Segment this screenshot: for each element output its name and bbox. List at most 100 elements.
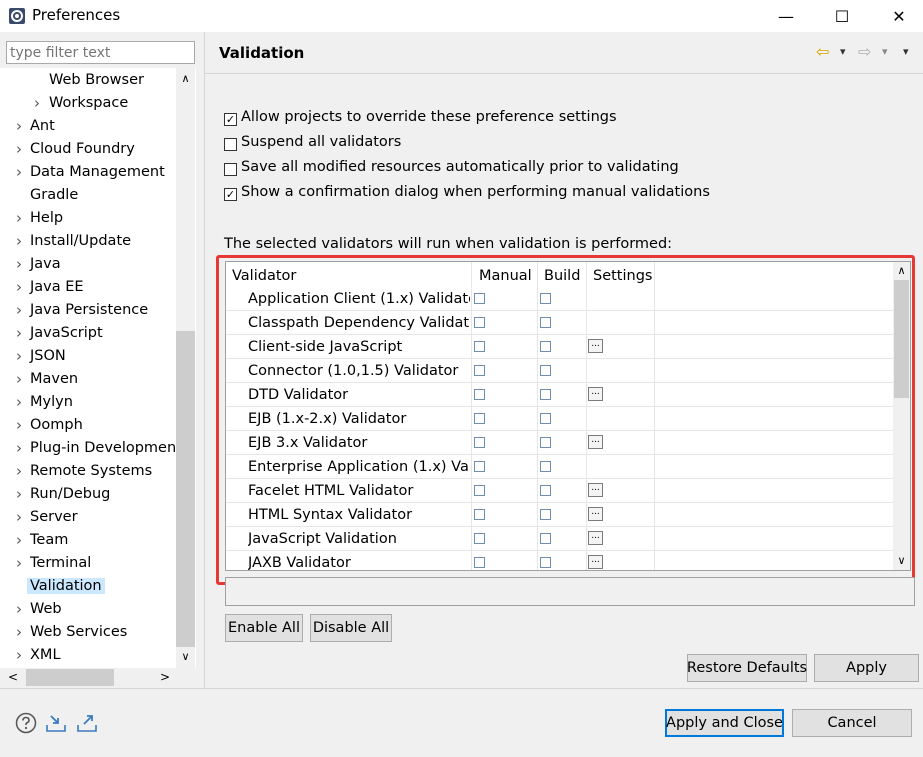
table-row[interactable]: DTD Validator... [226,383,894,407]
forward-arrow-icon[interactable]: ⇨ [858,40,871,62]
tree-horizontal-scrollbar[interactable]: < > [0,668,196,687]
tree-expand-chevron-icon[interactable]: › [12,648,26,663]
tree-item[interactable]: Web Services [30,621,127,643]
build-checkbox[interactable] [540,461,551,472]
tree-item[interactable]: XML [30,644,61,666]
tree-item[interactable]: Help [30,207,63,229]
validator-settings-button[interactable]: ... [588,387,603,401]
tree-item[interactable]: Oomph [30,414,83,436]
tree-expand-chevron-icon[interactable]: › [12,142,26,157]
tree-item[interactable]: Web [30,598,62,620]
option-checkbox[interactable]: ✓ [224,188,237,201]
tree-item[interactable]: Mylyn [30,391,73,413]
tree-item[interactable]: Team [30,529,68,551]
tree-hscroll-thumb[interactable] [26,669,114,686]
tree-scroll-left-button[interactable]: < [4,668,22,687]
build-checkbox[interactable] [540,317,551,328]
tree-item[interactable]: Workspace [49,92,128,114]
tree-item[interactable]: Cloud Foundry [30,138,135,160]
enable-all-button[interactable]: Enable All [225,614,303,642]
tree-expand-chevron-icon[interactable]: › [12,395,26,410]
table-row[interactable]: JAXB Validator... [226,551,894,570]
table-row[interactable]: Facelet HTML Validator... [226,479,894,503]
tree-expand-chevron-icon[interactable]: › [30,96,44,111]
back-history-dropdown-icon[interactable]: ▾ [840,40,846,62]
manual-checkbox[interactable] [474,413,485,424]
option-checkbox[interactable] [224,138,237,151]
table-row[interactable]: Client-side JavaScript... [226,335,894,359]
validator-settings-button[interactable]: ... [588,531,603,545]
preferences-tree[interactable]: Web Browser › Workspace › Ant › Cloud Foundry ›… [0,68,196,668]
build-checkbox[interactable] [540,389,551,400]
tree-item[interactable]: Web Browser [49,69,144,91]
build-checkbox[interactable] [540,485,551,496]
cancel-button[interactable]: Cancel [792,709,912,737]
validator-settings-button[interactable]: ... [588,339,603,353]
option-checkbox[interactable]: ✓ [224,113,237,126]
validator-settings-button[interactable]: ... [588,435,603,449]
column-header-validator[interactable]: Validator [232,265,296,287]
apply-and-close-button[interactable]: Apply and Close [665,709,784,737]
tree-expand-chevron-icon[interactable]: › [12,464,26,479]
build-checkbox[interactable] [540,509,551,520]
tree-vertical-scrollbar[interactable]: ∧ ∨ [176,68,195,668]
filter-input[interactable] [6,41,195,64]
tree-item[interactable]: Java EE [30,276,84,298]
option-checkbox[interactable] [224,163,237,176]
close-button[interactable]: ✕ [876,0,922,32]
tree-item[interactable]: Run/Debug [30,483,110,505]
build-checkbox[interactable] [540,557,551,568]
manual-checkbox[interactable] [474,389,485,400]
tree-expand-chevron-icon[interactable]: › [12,441,26,456]
table-row[interactable]: Classpath Dependency Validator [226,311,894,335]
tree-scroll-up-button[interactable]: ∧ [176,68,195,90]
table-row[interactable]: Application Client (1.x) Validator [226,287,894,311]
tree-expand-chevron-icon[interactable]: › [12,119,26,134]
manual-checkbox[interactable] [474,557,485,568]
manual-checkbox[interactable] [474,365,485,376]
back-arrow-icon[interactable]: ⇦ [816,40,829,62]
apply-button[interactable]: Apply [814,654,919,682]
tree-item[interactable]: Ant [30,115,55,137]
tree-expand-chevron-icon[interactable]: › [12,556,26,571]
manual-checkbox[interactable] [474,461,485,472]
tree-expand-chevron-icon[interactable]: › [12,303,26,318]
tree-expand-chevron-icon[interactable]: › [12,234,26,249]
table-scroll-down-button[interactable]: ∨ [893,552,910,569]
help-icon[interactable] [15,712,37,734]
build-checkbox[interactable] [540,365,551,376]
tree-scroll-down-button[interactable]: ∨ [176,646,195,668]
tree-expand-chevron-icon[interactable]: › [12,280,26,295]
tree-item[interactable]: Java Persistence [30,299,148,321]
tree-expand-chevron-icon[interactable]: › [12,625,26,640]
tree-item[interactable]: Gradle [30,184,78,206]
manual-checkbox[interactable] [474,485,485,496]
build-checkbox[interactable] [540,413,551,424]
tree-item[interactable]: Plug-in Development [30,437,182,459]
tree-expand-chevron-icon[interactable]: › [12,165,26,180]
import-preferences-icon[interactable] [45,712,67,734]
pane-divider[interactable] [204,32,205,688]
forward-history-dropdown-icon[interactable]: ▾ [882,40,888,62]
validators-table[interactable]: Validator Manual Build Settings Applicat… [225,261,911,571]
table-row[interactable]: JavaScript Validation... [226,527,894,551]
manual-checkbox[interactable] [474,437,485,448]
table-scrollbar-thumb[interactable] [894,280,909,398]
build-checkbox[interactable] [540,437,551,448]
tree-item[interactable]: Remote Systems [30,460,152,482]
tree-item[interactable]: Install/Update [30,230,131,252]
tree-item[interactable]: Server [30,506,78,528]
tree-expand-chevron-icon[interactable]: › [12,257,26,272]
table-vertical-scrollbar[interactable]: ∧ ∨ [893,262,910,570]
view-menu-icon[interactable]: ▾ [903,40,909,62]
table-row[interactable]: EJB 3.x Validator... [226,431,894,455]
restore-defaults-button[interactable]: Restore Defaults [687,654,807,682]
table-row[interactable]: HTML Syntax Validator... [226,503,894,527]
tree-expand-chevron-icon[interactable]: › [12,602,26,617]
tree-expand-chevron-icon[interactable]: › [12,510,26,525]
manual-checkbox[interactable] [474,533,485,544]
tree-item[interactable]: Validation [27,575,105,597]
column-header-settings[interactable]: Settings [593,265,652,287]
tree-item[interactable]: Java [30,253,61,275]
tree-expand-chevron-icon[interactable]: › [12,372,26,387]
